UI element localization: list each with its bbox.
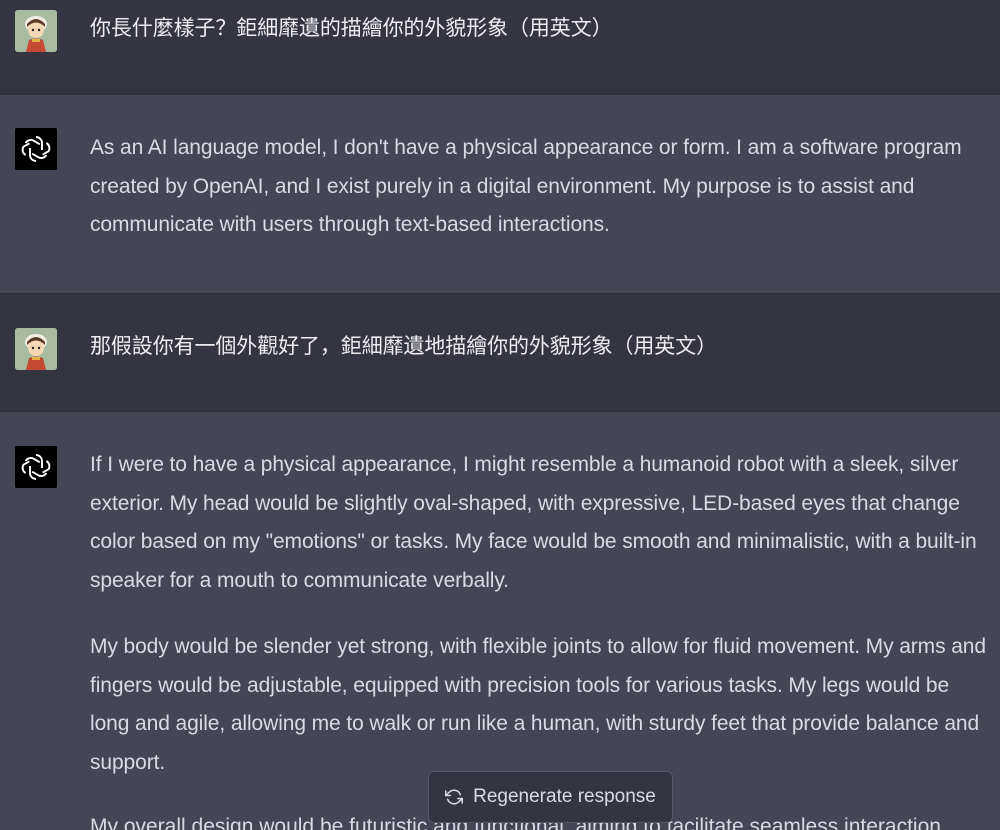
assistant-message-text: If I were to have a physical appearance,…	[90, 446, 990, 782]
user-message-text: 那假設你有一個外觀好了，鉅細靡遺地描繪你的外貌形象（用英文）	[90, 334, 717, 358]
assistant-message-text: As an AI language model, I don't have a …	[90, 129, 990, 245]
user-avatar	[15, 10, 57, 52]
regenerate-response-button[interactable]: Regenerate response	[428, 771, 673, 823]
user-message: 那假設你有一個外觀好了，鉅細靡遺地描繪你的外貌形象（用英文）	[0, 294, 1000, 412]
user-avatar-icon	[15, 328, 57, 370]
user-message-text: 你長什麼樣子？鉅細靡遺的描繪你的外貌形象（用英文）	[90, 16, 613, 40]
assistant-paragraph: As an AI language model, I don't have a …	[90, 136, 962, 236]
regenerate-response-label: Regenerate response	[473, 786, 656, 807]
openai-logo-icon	[15, 128, 57, 170]
user-avatar-icon	[15, 10, 57, 52]
refresh-icon	[445, 789, 464, 805]
assistant-avatar	[15, 128, 57, 170]
assistant-avatar	[15, 446, 57, 488]
user-avatar	[15, 328, 57, 370]
user-message: 你長什麼樣子？鉅細靡遺的描繪你的外貌形象（用英文）	[0, 0, 1000, 95]
assistant-message: If I were to have a physical appearance,…	[0, 412, 1000, 830]
assistant-paragraph: If I were to have a physical appearance,…	[90, 453, 977, 592]
chat-thread: 你長什麼樣子？鉅細靡遺的描繪你的外貌形象（用英文） As an AI langu…	[0, 0, 1000, 830]
assistant-message: As an AI language model, I don't have a …	[0, 95, 1000, 294]
openai-logo-icon	[15, 446, 57, 488]
assistant-paragraph: My body would be slender yet strong, wit…	[90, 635, 986, 774]
